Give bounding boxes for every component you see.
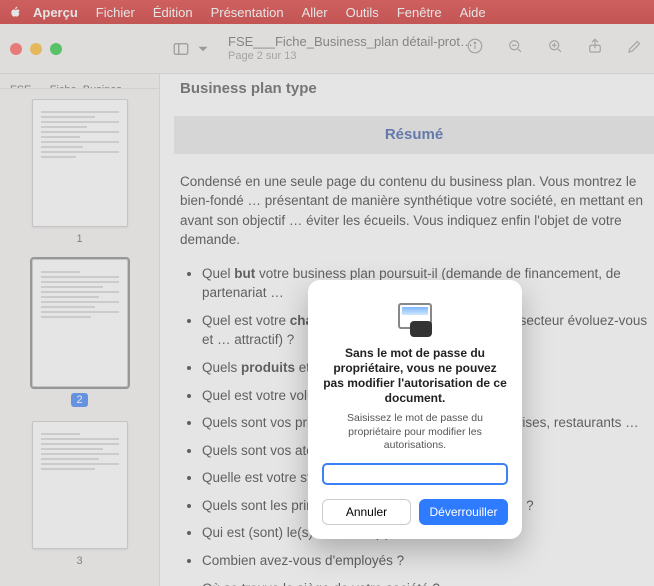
page-number-3: 3 bbox=[76, 555, 82, 567]
unlock-button[interactable]: Déverrouiller bbox=[419, 499, 508, 525]
chevron-down-icon bbox=[194, 40, 212, 58]
menu-fenetre[interactable]: Fenêtre bbox=[388, 5, 451, 20]
resume-banner: Résumé bbox=[174, 116, 654, 154]
bullet-item: Où se trouve le siège de votre société ? bbox=[202, 579, 648, 586]
zoom-in-icon[interactable] bbox=[546, 37, 564, 60]
menu-fichier[interactable]: Fichier bbox=[87, 5, 144, 20]
sidebar-file-tab[interactable]: FSE___Fiche_Busines… bbox=[0, 80, 159, 89]
owner-password-input[interactable] bbox=[322, 463, 508, 485]
menu-presentation[interactable]: Présentation bbox=[202, 5, 293, 20]
system-menubar: Aperçu Fichier Édition Présentation Alle… bbox=[0, 0, 654, 24]
intro-paragraph: Condensé en une seule page du contenu du… bbox=[180, 172, 648, 250]
window-title-block: FSE___Fiche_Business_plan détail-prot… P… bbox=[228, 35, 473, 63]
dialog-message: Saisissez le mot de passe du propriétair… bbox=[322, 412, 508, 453]
minimize-window-button[interactable] bbox=[30, 43, 42, 55]
zoom-out-icon[interactable] bbox=[506, 37, 524, 60]
page-thumbnail-3[interactable] bbox=[32, 421, 128, 549]
window-title: FSE___Fiche_Business_plan détail-prot… bbox=[228, 35, 473, 50]
app-menu[interactable]: Aperçu bbox=[24, 5, 87, 20]
zoom-window-button[interactable] bbox=[50, 43, 62, 55]
page-number-2: 2 bbox=[71, 393, 87, 407]
markup-icon[interactable] bbox=[626, 37, 644, 60]
page-thumbnail-2[interactable] bbox=[32, 259, 128, 387]
menu-aide[interactable]: Aide bbox=[451, 5, 495, 20]
menu-edition[interactable]: Édition bbox=[144, 5, 202, 20]
bullet-item: Combien avez-vous d'employés ? bbox=[202, 551, 648, 571]
close-window-button[interactable] bbox=[10, 43, 22, 55]
password-dialog: Sans le mot de passe du propriétaire, vo… bbox=[308, 280, 522, 539]
window-controls bbox=[10, 43, 62, 55]
apple-menu-icon[interactable] bbox=[8, 4, 24, 20]
window-toolbar: FSE___Fiche_Business_plan détail-prot… P… bbox=[0, 24, 654, 74]
thumbnail-sidebar: FSE___Fiche_Busines… 1 2 3 bbox=[0, 74, 160, 586]
preview-app-icon bbox=[388, 294, 442, 338]
section-heading: Business plan type bbox=[180, 78, 654, 100]
page-thumbnail-1[interactable] bbox=[32, 99, 128, 227]
share-icon[interactable] bbox=[586, 37, 604, 60]
menu-aller[interactable]: Aller bbox=[293, 5, 337, 20]
page-number-1: 1 bbox=[76, 233, 82, 245]
cancel-button[interactable]: Annuler bbox=[322, 499, 411, 525]
dialog-headline: Sans le mot de passe du propriétaire, vo… bbox=[322, 346, 508, 406]
info-icon[interactable] bbox=[466, 37, 484, 60]
page-indicator: Page 2 sur 13 bbox=[228, 50, 473, 63]
sidebar-toggle-button[interactable] bbox=[172, 40, 212, 58]
menu-outils[interactable]: Outils bbox=[337, 5, 388, 20]
